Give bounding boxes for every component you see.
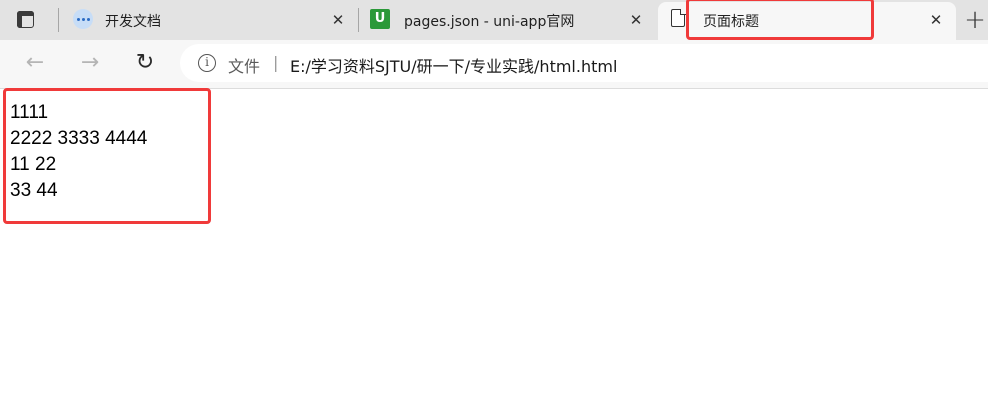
uni-app-logo-icon: U [370, 9, 390, 29]
tab-title: pages.json - uni-app官网 [404, 14, 575, 30]
file-scheme-label: 文件 [228, 57, 261, 76]
page-icon [671, 8, 686, 27]
address-bar[interactable]: i 文件 | E:/学习资料SJTU/研一下/专业实践/html.html [180, 44, 988, 82]
refresh-button[interactable]: ↻ [132, 50, 158, 76]
info-icon[interactable]: i [198, 54, 216, 72]
new-tab-button[interactable]: + [962, 6, 988, 34]
back-button[interactable]: ← [22, 50, 48, 76]
chat-bubble-icon [73, 9, 93, 29]
browser-toolbar: ← → ↻ i 文件 | E:/学习资料SJTU/研一下/专业实践/html.h… [0, 40, 988, 89]
tab-dev-docs[interactable]: 开发文档 ✕ [64, 4, 356, 36]
url-text[interactable]: E:/学习资料SJTU/研一下/专业实践/html.html [290, 53, 617, 77]
tab-close-icon[interactable]: ✕ [928, 12, 944, 28]
tab-title-highlight-box [686, 0, 874, 40]
tab-actions-icon[interactable] [16, 10, 36, 30]
forward-button[interactable]: → [77, 50, 103, 76]
tab-close-icon[interactable]: ✕ [628, 12, 644, 28]
tab-uni-app-pages-json[interactable]: pages.json - uni-app官网 ✕ [360, 4, 654, 36]
tab-separator [358, 8, 359, 32]
content-highlight-box [3, 88, 211, 224]
tab-close-icon[interactable]: ✕ [330, 12, 346, 28]
tab-separator [58, 8, 59, 32]
address-divider: | [273, 53, 279, 72]
tab-title: 开发文档 [105, 14, 161, 30]
